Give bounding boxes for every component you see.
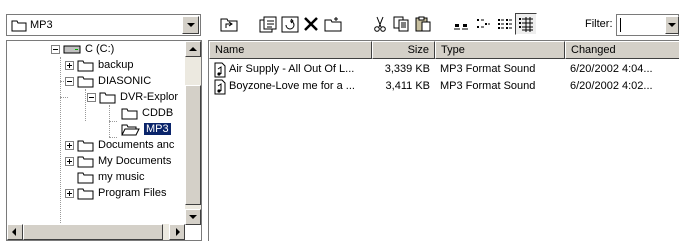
folder-icon: [11, 19, 27, 35]
location-combobox[interactable]: MP3: [6, 14, 201, 36]
file-changed: 6/20/2002 4:04...: [570, 63, 653, 75]
location-value: MP3: [30, 19, 53, 31]
folder-icon: [121, 108, 138, 119]
tree-vertical-scrollbar[interactable]: [185, 41, 201, 225]
file-type: MP3 Format Sound: [440, 63, 536, 75]
small-icons-view-button[interactable]: [472, 13, 494, 35]
paste-icon: [415, 16, 431, 32]
refresh-icon: [281, 16, 299, 32]
copy-button[interactable]: [390, 13, 412, 35]
folder-icon: [77, 76, 94, 87]
drive-icon: [63, 45, 81, 53]
scroll-thumb[interactable]: [23, 224, 163, 240]
arrow-down-icon: [189, 215, 197, 219]
tree-item-backup[interactable]: backup: [65, 57, 133, 73]
list-view-icon: [498, 19, 512, 29]
delete-x-icon: [304, 17, 318, 31]
file-row[interactable]: Air Supply - All Out Of L... 3,339 KB MP…: [209, 62, 679, 78]
scroll-down-button[interactable]: [185, 209, 201, 225]
filter-combobox[interactable]: [616, 14, 679, 36]
column-header-name[interactable]: Name: [209, 41, 372, 59]
refresh-button[interactable]: [279, 13, 301, 35]
scroll-up-button[interactable]: [185, 41, 201, 57]
chevron-down-icon: [668, 23, 676, 27]
large-icons-icon: [454, 24, 468, 30]
up-one-level-button[interactable]: [218, 13, 240, 35]
column-header-size[interactable]: Size: [372, 41, 435, 59]
tree-item-cddb[interactable]: CDDB: [121, 105, 173, 121]
folder-icon: [77, 140, 94, 151]
details-view-button[interactable]: [515, 13, 537, 35]
arrow-up-icon: [189, 47, 197, 51]
scroll-left-button[interactable]: [7, 224, 23, 240]
chevron-down-icon: [187, 23, 195, 27]
folder-icon: [77, 60, 94, 71]
details-view-icon: [519, 17, 533, 32]
up-folder-icon: [220, 18, 238, 32]
collapse-icon[interactable]: [87, 92, 96, 102]
cut-button[interactable]: [369, 13, 391, 35]
tree-item-my-documents[interactable]: My Documents: [65, 153, 171, 169]
collapse-icon[interactable]: [51, 44, 60, 54]
copy-icon: [393, 16, 409, 32]
column-header-changed[interactable]: Changed: [565, 41, 679, 59]
file-size: 3,339 KB: [384, 63, 430, 75]
scroll-thumb[interactable]: [185, 85, 201, 205]
open-folder-icon: [121, 124, 140, 135]
tree-item-c-drive[interactable]: C (C:): [51, 41, 114, 57]
filter-label: Filter:: [585, 18, 613, 30]
expand-icon[interactable]: [65, 60, 74, 70]
tree-connector: [109, 121, 117, 122]
column-header-type[interactable]: Type: [435, 41, 565, 59]
filter-input[interactable]: [620, 18, 621, 32]
tree-connector: [60, 97, 68, 98]
mp3-file-icon: [212, 79, 228, 98]
location-dropdown-button[interactable]: [182, 16, 199, 34]
properties-icon: [259, 16, 277, 32]
tree-item-documents-and-settings[interactable]: Documents anc: [65, 137, 174, 153]
properties-button[interactable]: [257, 13, 279, 35]
tree-connector: [85, 89, 86, 121]
file-type: MP3 Format Sound: [440, 80, 536, 92]
tree-item-my-music[interactable]: my music: [77, 169, 144, 185]
tree-item-diasonic[interactable]: DIASONIC: [65, 73, 151, 89]
file-name: Air Supply - All Out Of L...: [229, 63, 355, 75]
folder-tree: C (C:) backup DIASONIC DVR-Explor CDDB M…: [6, 40, 202, 241]
tree-item-mp3[interactable]: MP3: [121, 121, 171, 137]
expand-icon[interactable]: [65, 156, 74, 166]
arrow-right-icon: [176, 228, 180, 236]
folder-icon: [77, 172, 94, 183]
delete-button[interactable]: [300, 13, 322, 35]
expand-icon[interactable]: [65, 140, 74, 150]
toolbar: MP3 Filter:: [0, 0, 679, 38]
arrow-left-icon: [12, 228, 16, 236]
tree-horizontal-scrollbar[interactable]: [7, 224, 185, 240]
expand-icon[interactable]: [65, 188, 74, 198]
new-folder-button[interactable]: [322, 13, 344, 35]
small-icons-icon: [477, 19, 490, 28]
collapse-icon[interactable]: [65, 76, 74, 86]
paste-button[interactable]: [412, 13, 434, 35]
folder-icon: [99, 92, 116, 103]
file-row[interactable]: Boyzone-Love me for a ... 3,411 KB MP3 F…: [209, 79, 679, 95]
large-icons-view-button[interactable]: [450, 13, 472, 35]
filter-dropdown-button[interactable]: [665, 16, 679, 34]
scissors-icon: [374, 16, 386, 32]
folder-icon: [77, 188, 94, 199]
list-view-button[interactable]: [494, 13, 516, 35]
tree-connector: [60, 57, 61, 225]
file-name: Boyzone-Love me for a ...: [229, 80, 355, 92]
tree-item-dvr-explorer[interactable]: DVR-Explor: [87, 89, 178, 105]
file-list: Name Size Type Changed Air Supply - All …: [208, 40, 679, 241]
file-changed: 6/20/2002 4:02...: [570, 80, 653, 92]
new-folder-icon: [324, 17, 342, 32]
tree-item-program-files[interactable]: Program Files: [65, 185, 166, 201]
folder-icon: [77, 156, 94, 167]
scroll-right-button[interactable]: [169, 224, 185, 240]
file-size: 3,411 KB: [385, 80, 430, 92]
